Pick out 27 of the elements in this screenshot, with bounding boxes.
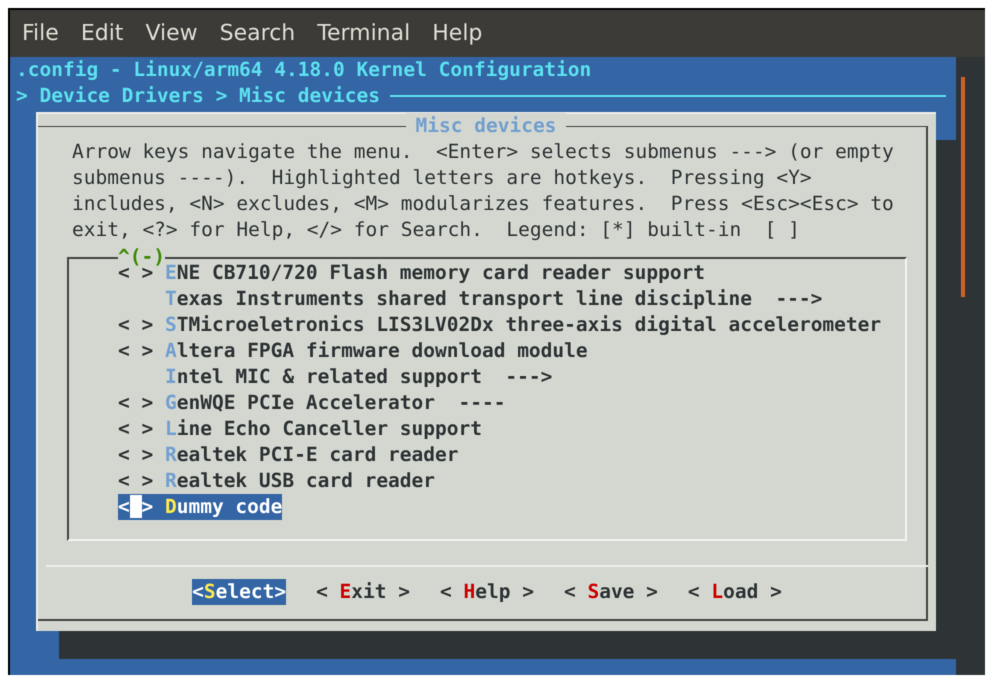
menu-entry[interactable]: Intel MIC & related support ---> [164,364,552,390]
menu-item[interactable]: File [22,21,59,46]
menu-entry[interactable]: Texas Instruments shared transport line discipline ---> [164,286,822,312]
menu-item[interactable]: Terminal [317,21,410,46]
menu-item[interactable]: View [145,21,198,46]
dialog-button[interactable]: < Exit > [316,579,410,605]
menu-entry[interactable]: < > Altera FPGA firmware download module [118,338,588,364]
help-text-line: Arrow keys navigate the menu. <Enter> selects submenus ---> (or empty [72,139,895,165]
menu-entry[interactable]: < > Line Echo Canceller support [118,416,482,442]
help-text-line: submenus ----). Highlighted letters are hotkeys. Pressing <Y> [72,165,813,191]
menu-item[interactable]: Edit [80,21,124,46]
dialog-button[interactable]: < Help > [440,579,534,605]
menu-entry[interactable]: < > STMicroeletronics LIS3LV02Dx three-axis digital accelerometer [118,312,882,338]
scroll-indicator: ^(-) [118,245,165,268]
menu-entry[interactable]: < > GenWQE PCIe Accelerator ---- [118,390,506,416]
help-text-line: exit, <?> for Help, </> for Search. Legend: [*] built-in [ ] [72,217,801,243]
dialog-button[interactable]: < Load > [688,579,782,605]
help-text-line: includes, <N> excludes, <M> modularizes features. Press <Esc><Esc> to [72,191,895,217]
menu-entry[interactable]: < > Dummy code [118,494,282,520]
dialog-button[interactable]: <Select> [192,579,286,605]
config-title: .config - Linux/arm64 4.18.0 Kernel Configuration [16,57,592,83]
menu-item[interactable]: Help [432,21,482,46]
menu-entry[interactable]: < > Realtek PCI-E card reader [118,442,458,468]
menu-entry[interactable]: < > Realtek USB card reader [118,468,436,494]
breadcrumb: > Device Drivers > Misc devices [16,83,380,109]
menu-item[interactable]: Search [220,21,296,46]
dialog-button[interactable]: < Save > [564,579,658,605]
